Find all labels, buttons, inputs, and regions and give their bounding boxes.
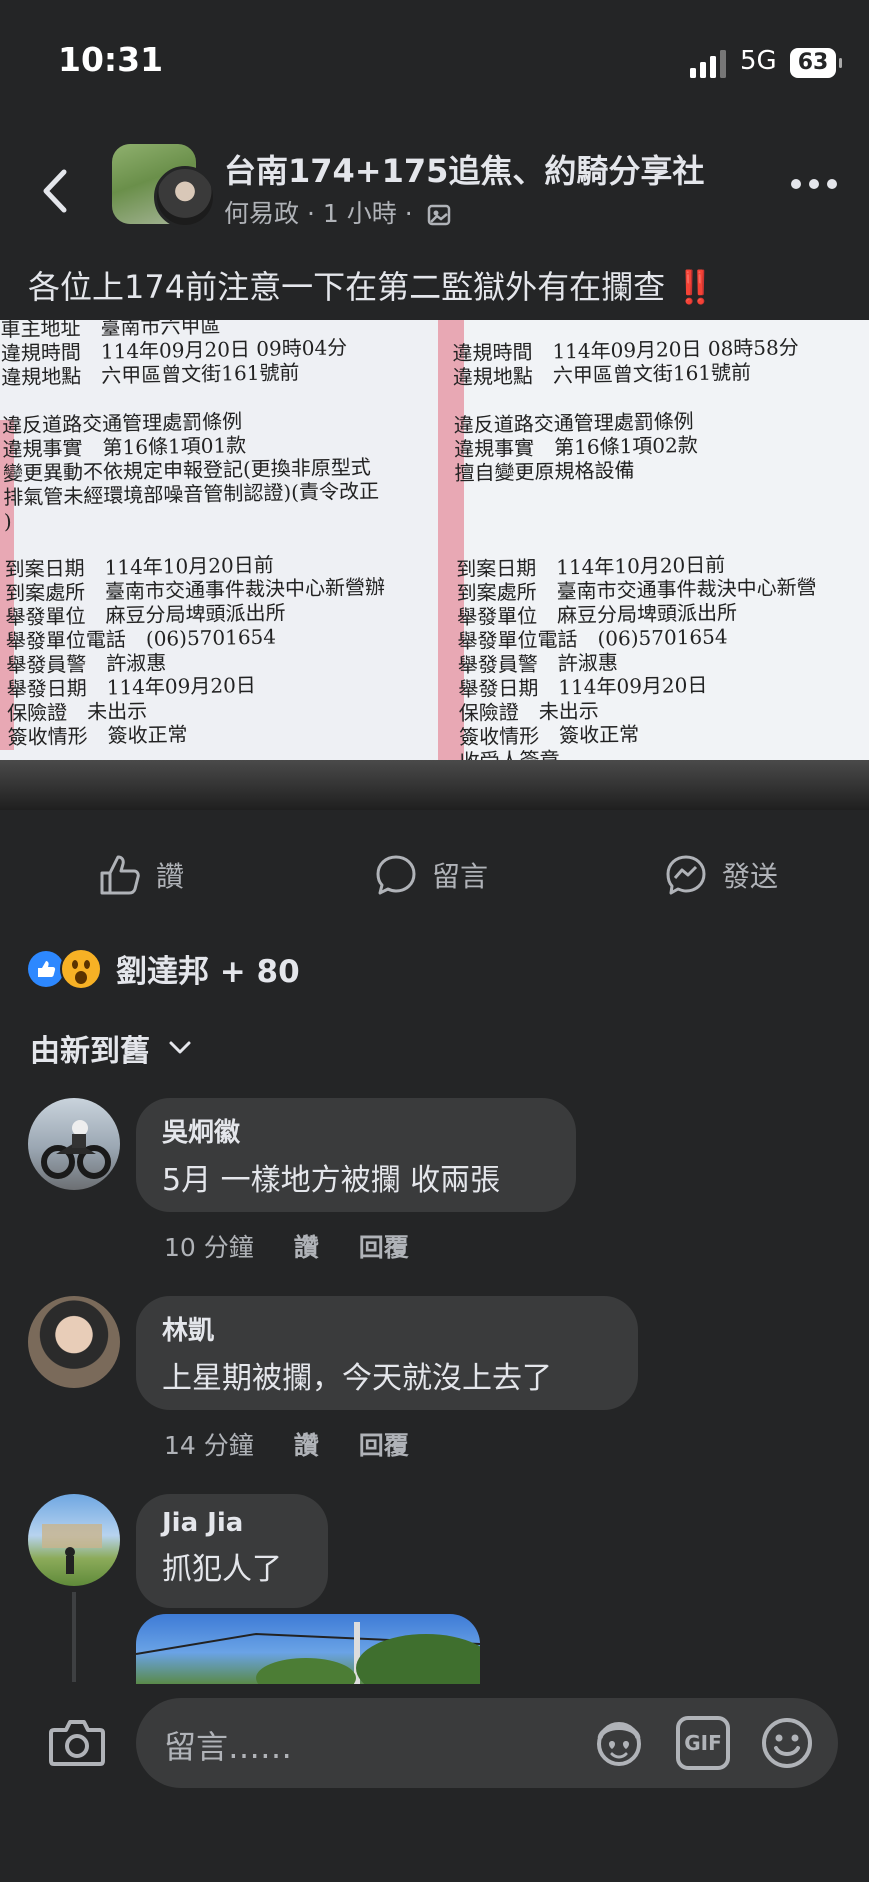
comment-text: 上星期被攔，今天就沒上去了: [162, 1361, 552, 1396]
photo-icon: [427, 204, 450, 226]
thumbs-up-icon: [100, 855, 140, 895]
battery-indicator: 63: [790, 48, 842, 78]
thread-line: [72, 1592, 76, 1682]
comment-like-button[interactable]: 讚: [294, 1228, 319, 1264]
post-meta: 何易政 · 1 小時 ·: [224, 194, 451, 230]
comment-actions: 14 分鐘 讚 回覆: [164, 1426, 409, 1462]
author-avatar[interactable]: [154, 166, 216, 228]
comment-text: 5月 一樣地方被攔 收兩張: [162, 1163, 501, 1198]
send-button[interactable]: 發送: [664, 850, 778, 900]
back-chevron-icon[interactable]: [36, 166, 76, 216]
comment-like-button[interactable]: 讚: [294, 1426, 319, 1462]
comment-photo[interactable]: [136, 1614, 480, 1684]
comment-bubble[interactable]: 林凱 上星期被攔，今天就沒上去了: [136, 1296, 638, 1410]
group-name[interactable]: 台南174+175追焦、約騎分享社: [224, 146, 704, 192]
comment-time: 10 分鐘: [164, 1233, 254, 1262]
like-label: 讚: [156, 860, 185, 893]
sort-dropdown[interactable]: 由新到舊: [30, 1026, 192, 1070]
signal-icon: [690, 50, 726, 78]
comment-label: 留言: [432, 860, 489, 893]
commenter-avatar[interactable]: [28, 1098, 120, 1190]
reaction-text: 劉達邦 + 80: [116, 954, 300, 990]
comment-text: 抓犯人了: [162, 1552, 282, 1587]
commenter-avatar[interactable]: [28, 1494, 120, 1586]
double-exclamation-emoji: ‼️: [675, 268, 715, 306]
comment-reply-button[interactable]: 回覆: [359, 1228, 409, 1264]
photo-bottom-edge: [0, 760, 869, 810]
status-time: 10:31: [58, 40, 164, 79]
sort-label: 由新到舊: [30, 1034, 150, 1069]
meta-separator: ·: [404, 199, 413, 228]
comment-author[interactable]: 吳炯徽: [162, 1112, 550, 1149]
comment-bubble[interactable]: 吳炯徽 5月 一樣地方被攔 收兩張: [136, 1098, 576, 1212]
network-label: 5G: [740, 46, 777, 76]
meta-separator: ·: [306, 199, 315, 228]
more-horizontal-icon[interactable]: [790, 176, 838, 192]
reaction-summary[interactable]: 劉達邦 + 80: [28, 946, 300, 991]
commenter-avatar[interactable]: [28, 1296, 120, 1388]
post-text: 各位上174前注意一下在第二監獄外有在攔查 ‼️: [28, 262, 715, 308]
camera-icon[interactable]: [48, 1716, 106, 1768]
like-reaction-icon: [28, 950, 64, 987]
comment-author[interactable]: Jia Jia: [162, 1508, 302, 1538]
avatar-sticker-icon[interactable]: [592, 1716, 646, 1770]
ticket-right-text: 違規時間 114年09月20日 08時58分 違規地點 六甲區曾文街161號前 …: [452, 335, 817, 773]
chevron-down-icon: [169, 1041, 191, 1054]
send-label: 發送: [722, 860, 779, 893]
gif-button[interactable]: GIF: [676, 1716, 730, 1770]
post-photo[interactable]: 車主地址 臺南市六甲區 違規時間 114年09月20日 09時04分 違規地點 …: [0, 320, 869, 810]
comment-placeholder: 留言……: [164, 1728, 293, 1766]
author-name[interactable]: 何易政: [224, 199, 299, 228]
comment-bubble[interactable]: Jia Jia 抓犯人了: [136, 1494, 328, 1608]
like-button[interactable]: 讚: [98, 850, 184, 900]
comment-button[interactable]: 留言: [374, 850, 488, 900]
comment-time: 14 分鐘: [164, 1431, 254, 1460]
post-time: 1 小時: [322, 199, 397, 228]
post-body: 各位上174前注意一下在第二監獄外有在攔查: [28, 268, 666, 306]
comment-bubble-icon: [376, 855, 416, 895]
comment-actions: 10 分鐘 讚 回覆: [164, 1228, 409, 1264]
messenger-icon: [666, 855, 706, 895]
ticket-left-text: 車主地址 臺南市六甲區 違規時間 114年09月20日 09時04分 違規地點 …: [0, 320, 386, 750]
comment-author[interactable]: 林凱: [162, 1310, 612, 1347]
wow-reaction-icon: [60, 947, 102, 990]
emoji-icon[interactable]: [760, 1716, 814, 1770]
comment-reply-button[interactable]: 回覆: [359, 1426, 409, 1462]
